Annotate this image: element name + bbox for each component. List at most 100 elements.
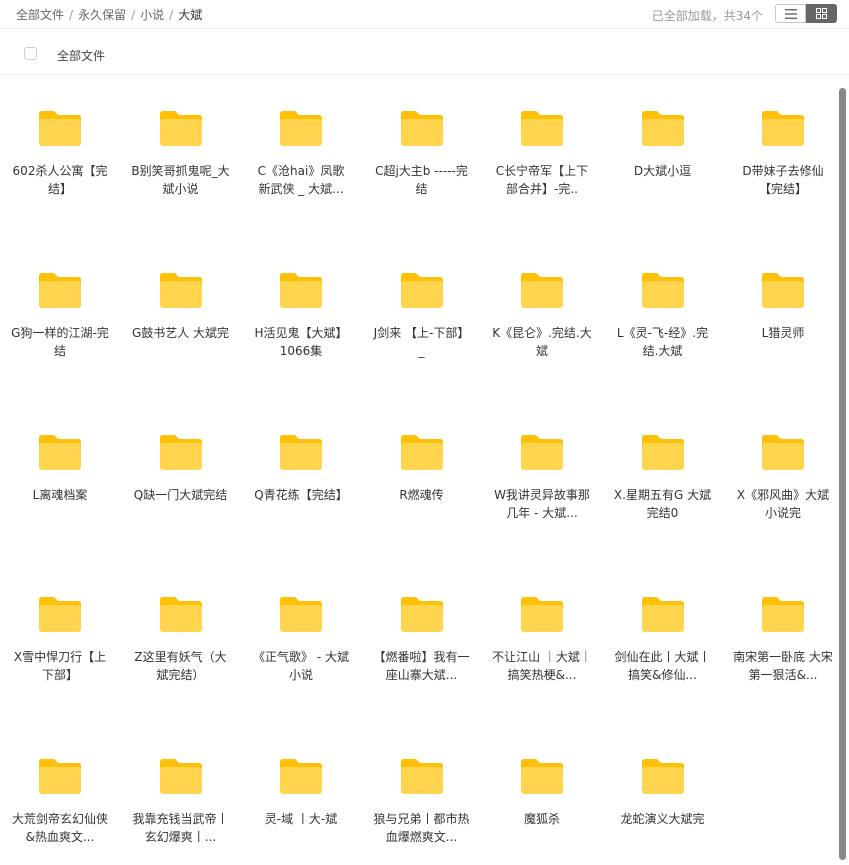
breadcrumb-separator: / [131, 8, 136, 22]
folder-name: 《正气歌》 - 大斌小说 [253, 650, 349, 682]
breadcrumb-separator: / [169, 8, 174, 22]
grid-view-button[interactable] [806, 4, 837, 23]
folder-icon [159, 597, 202, 632]
folder-name: L猎灵师 [761, 326, 805, 340]
folder-item[interactable]: 我靠充钱当武帝丨玄幻爆爽丨... [126, 756, 236, 846]
folder-name: L《灵-飞-经》.完结.大斌 [616, 326, 709, 358]
folder-icon [762, 273, 804, 308]
breadcrumb-item-all-files[interactable]: 全部文件 [16, 8, 64, 22]
folder-icon [400, 111, 443, 146]
folder-name: 大荒剑帝玄幻仙侠&热血爽文... [11, 812, 108, 844]
folder-name: C长宁帝军【上下部合并】-完.. [495, 164, 589, 196]
folder-name: Q缺一门大斌完结 [133, 488, 228, 502]
folder-icon [521, 759, 563, 794]
folder-grid: 602杀人公寓【完结】 B别笑哥抓鬼呢_大斌小说 C《沧hai》凤歌 新武侠 _ 大… [0, 80, 849, 865]
folder-item[interactable]: R燃魂传 [367, 432, 477, 504]
folder-item[interactable]: L猎灵师 [728, 270, 838, 342]
folder-name: 灵-域 丨大-斌 [264, 812, 338, 826]
folder-name: 狼与兄弟丨都市热血爆燃爽文... [373, 812, 470, 844]
list-header: 全部文件 [0, 34, 849, 75]
folder-item[interactable]: X雪中悍刀行【上下部】 [5, 594, 115, 684]
folder-item[interactable]: Z这里有妖气（大斌完结） [126, 594, 236, 684]
folder-item[interactable]: X《邪风曲》大斌小说完 [728, 432, 838, 522]
folder-item[interactable]: 《正气歌》 - 大斌小说 [246, 594, 356, 684]
folder-name: G狗一样的江湖-完结 [11, 326, 109, 358]
folder-name: 不让江山 ｜大斌｜搞笑热梗&... [492, 650, 592, 682]
folder-item[interactable]: 大荒剑帝玄幻仙侠&热血爽文... [5, 756, 115, 846]
folder-name: 剑仙在此丨大斌丨搞笑&修仙... [614, 650, 711, 682]
folder-icon [39, 273, 81, 308]
view-toggle [775, 4, 837, 23]
folder-icon [641, 435, 684, 470]
folder-item[interactable]: W我讲灵异故事那几年 - 大斌... [487, 432, 597, 522]
folder-name: K《昆仑》.完结.大斌 [492, 326, 592, 358]
breadcrumb-item-permanent[interactable]: 永久保留 [78, 8, 126, 22]
folder-item[interactable]: C《沧hai》凤歌 新武侠 _ 大斌... [246, 108, 356, 198]
folder-icon [159, 435, 202, 470]
breadcrumb-current: 大斌 [178, 8, 203, 22]
folder-name: 南宋第一卧底 大宋第一狠活&... [733, 650, 833, 682]
list-view-button[interactable] [775, 4, 806, 23]
folder-item[interactable]: 剑仙在此丨大斌丨搞笑&修仙... [608, 594, 718, 684]
folder-icon [521, 111, 563, 146]
folder-icon [280, 435, 322, 470]
folder-item[interactable]: X.星期五有G 大斌 完结0 [608, 432, 718, 522]
folder-item[interactable]: B别笑哥抓鬼呢_大斌小说 [126, 108, 236, 198]
folder-item[interactable]: 不让江山 ｜大斌｜搞笑热梗&... [487, 594, 597, 684]
folder-icon [521, 597, 563, 632]
loaded-count-text: 已全部加载，共34个 [651, 9, 763, 23]
folder-item[interactable]: D带妹子去修仙【完结】 [728, 108, 838, 198]
folder-item[interactable]: Q缺一门大斌完结 [126, 432, 236, 504]
folder-name: L离魂档案 [32, 488, 88, 502]
folder-name: 魔狐杀 [523, 812, 560, 826]
folder-item[interactable]: 【燃番啦】我有一座山寨大斌... [367, 594, 477, 684]
folder-name: X.星期五有G 大斌 完结0 [613, 488, 712, 520]
folder-item[interactable]: Q青花练【完结】 [246, 432, 356, 504]
select-all-checkbox[interactable] [24, 47, 37, 60]
breadcrumb-item-novels[interactable]: 小说 [140, 8, 164, 22]
folder-name: 602杀人公寓【完结】 [12, 164, 108, 196]
folder-name: G鼓书艺人 大斌完 [131, 326, 230, 340]
folder-icon [280, 273, 322, 308]
grid-icon [816, 8, 827, 19]
list-icon [784, 8, 797, 19]
folder-name: H活见鬼【大斌】1066集 [254, 326, 348, 358]
folder-icon [641, 111, 684, 146]
folder-name: C《沧hai》凤歌 新武侠 _ 大斌... [257, 164, 345, 196]
folder-item[interactable]: D大斌小逗 [608, 108, 718, 180]
folder-item[interactable]: 魔狐杀 [487, 756, 597, 828]
folder-item[interactable]: L离魂档案 [5, 432, 115, 504]
folder-item[interactable]: C超j大主b -----完结 [367, 108, 477, 198]
folder-icon [762, 435, 804, 470]
folder-item[interactable]: J剑来 【上-下部】_ [367, 270, 477, 360]
folder-name: Z这里有妖气（大斌完结） [134, 650, 227, 682]
folder-icon [39, 435, 81, 470]
folder-name: X《邪风曲》大斌小说完 [736, 488, 830, 520]
folder-item[interactable]: 南宋第一卧底 大宋第一狠活&... [728, 594, 838, 684]
folder-icon [641, 597, 684, 632]
folder-name: D大斌小逗 [633, 164, 692, 178]
folder-name: B别笑哥抓鬼呢_大斌小说 [131, 164, 230, 196]
folder-item[interactable]: 龙蛇演义大斌完 [608, 756, 718, 828]
folder-item[interactable]: 狼与兄弟丨都市热血爆燃爽文... [367, 756, 477, 846]
folder-item[interactable]: G鼓书艺人 大斌完 [126, 270, 236, 342]
folder-name: W我讲灵异故事那几年 - 大斌... [494, 488, 590, 520]
folder-icon [39, 597, 81, 632]
folder-item[interactable]: L《灵-飞-经》.完结.大斌 [608, 270, 718, 360]
folder-icon [400, 597, 443, 632]
folder-item[interactable]: C长宁帝军【上下部合并】-完.. [487, 108, 597, 198]
scrollbar[interactable] [839, 88, 846, 860]
folder-icon [641, 273, 684, 308]
folder-icon [39, 759, 81, 794]
folder-item[interactable]: H活见鬼【大斌】1066集 [246, 270, 356, 360]
folder-icon [762, 111, 804, 146]
folder-item[interactable]: 602杀人公寓【完结】 [5, 108, 115, 198]
top-bar: 全部文件 / 永久保留 / 小说 / 大斌 已全部加载，共34个 [0, 0, 849, 29]
folder-name: 我靠充钱当武帝丨玄幻爆爽丨... [132, 812, 229, 844]
folder-item[interactable]: 灵-域 丨大-斌 [246, 756, 356, 828]
folder-item[interactable]: K《昆仑》.完结.大斌 [487, 270, 597, 360]
folder-icon [280, 597, 322, 632]
folder-name: X雪中悍刀行【上下部】 [13, 650, 107, 682]
folder-name: J剑来 【上-下部】_ [373, 326, 470, 358]
folder-item[interactable]: G狗一样的江湖-完结 [5, 270, 115, 360]
